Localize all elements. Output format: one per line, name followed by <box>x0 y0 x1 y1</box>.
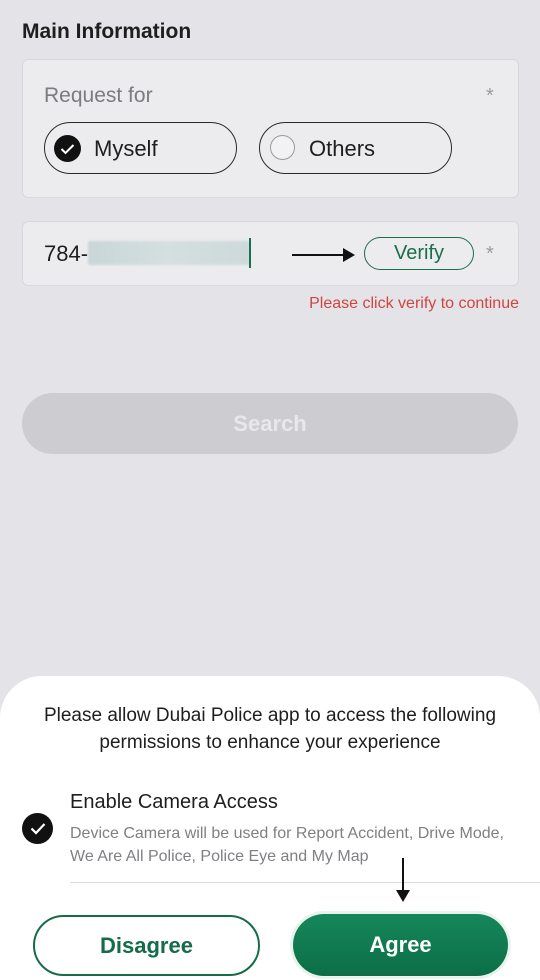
permission-description: Device Camera will be used for Report Ac… <box>70 825 504 865</box>
check-circle-icon[interactable] <box>54 135 81 162</box>
redacted-number <box>88 241 250 265</box>
check-circle-icon[interactable] <box>22 813 53 844</box>
permission-title: Enable Camera Access <box>70 791 278 813</box>
section-title: Main Information <box>22 20 192 43</box>
search-button[interactable]: Search <box>22 393 518 454</box>
verify-button[interactable]: Verify <box>364 237 474 270</box>
disagree-button[interactable]: Disagree <box>33 915 260 976</box>
required-mark: * <box>486 243 494 265</box>
mobile-input-value[interactable]: 784- <box>44 241 88 267</box>
agree-button[interactable]: Agree <box>293 914 508 976</box>
request-for-label: Request for <box>44 84 153 107</box>
arrow-down-icon <box>402 858 404 892</box>
option-myself-label: Myself <box>94 136 158 161</box>
arrow-down-icon-head <box>396 890 410 902</box>
divider <box>70 882 540 883</box>
permission-message: Please allow Dubai Police app to access … <box>43 705 497 753</box>
arrow-right-icon-head <box>343 248 355 262</box>
option-others-label: Others <box>309 136 376 161</box>
text-caret <box>249 238 251 268</box>
required-mark: * <box>486 85 494 107</box>
verify-error-message: Please click verify to continue <box>309 295 519 312</box>
empty-circle-icon[interactable] <box>270 135 295 160</box>
arrow-right-icon <box>292 254 347 256</box>
